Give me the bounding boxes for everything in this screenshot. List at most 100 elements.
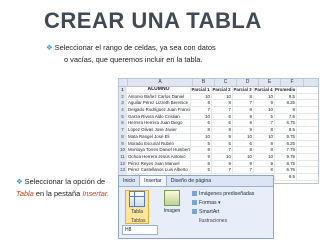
grade-cell[interactable]: 9 (233, 113, 254, 120)
row-number[interactable]: 6 (119, 120, 127, 127)
grade-cell[interactable]: 5 (254, 113, 275, 120)
student-name-cell[interactable]: Aguilar Pérez Lizzeth Berenice (127, 100, 191, 107)
grade-cell[interactable]: 10 (233, 133, 254, 140)
header-cell[interactable]: Parcial 2 (212, 87, 233, 93)
row-number[interactable]: 2 (119, 93, 127, 100)
grade-cell[interactable]: 8 (233, 107, 254, 113)
average-cell[interactable]: 7.5 (275, 113, 297, 120)
grade-cell[interactable]: 9 (212, 133, 233, 140)
column-header[interactable]: A (128, 79, 193, 86)
student-name-cell[interactable]: Garza Rivera Aldo Cristian (127, 113, 191, 120)
row-number[interactable]: 8 (119, 133, 127, 140)
grade-cell[interactable]: 9 (254, 160, 275, 167)
grade-cell[interactable]: 10 (233, 153, 254, 160)
grade-cell[interactable]: 8 (191, 127, 212, 133)
header-cell[interactable]: Promedio (275, 87, 297, 93)
grade-cell[interactable]: 10 (191, 133, 212, 140)
header-cell[interactable]: Parcial 3 (233, 87, 254, 93)
table-row[interactable]: 9 Morado Escurial Ruben 5 5 6 9 6.25 (119, 140, 318, 148)
row-number[interactable]: 1 (119, 87, 127, 93)
student-name-cell[interactable]: Morado Escurial Ruben (127, 140, 191, 147)
table-row[interactable]: 2 Antonio Bañez Carlos Daniel 10 10 8 10 9.5 (119, 93, 318, 101)
grade-cell[interactable]: 9 (212, 127, 233, 133)
tab-inicio[interactable]: Inicio (119, 176, 139, 186)
grade-cell[interactable]: 8 (254, 167, 275, 173)
column-header[interactable]: F (281, 79, 304, 86)
grade-cell[interactable]: 9 (191, 153, 212, 160)
smartart-button[interactable]: SmartArt (192, 208, 254, 217)
tab-diseno-pagina[interactable]: Diseño de página (167, 176, 215, 186)
table-row[interactable]: 10 Montoya Torres Daniel Humberto 8 7 8 8 7.75 (119, 147, 318, 154)
row-number[interactable]: 7 (119, 127, 127, 133)
grade-cell[interactable]: 6 (191, 120, 212, 127)
column-header[interactable]: E (259, 79, 281, 86)
grade-cell[interactable]: 5 (212, 140, 233, 147)
grade-cell[interactable]: 7 (191, 107, 212, 113)
average-cell[interactable]: 8.25 (275, 100, 297, 107)
table-row[interactable]: 12 Pérez Reyes Juan Manuel 8 9 9 9 8.75 (119, 160, 318, 168)
grade-cell[interactable]: 10 (191, 113, 212, 120)
table-row[interactable]: 6 Herrera Herrera Juan Diego 6 6 8 7 6.75 (119, 120, 318, 128)
average-cell[interactable]: 8 (275, 107, 297, 113)
grade-cell[interactable]: 10 (254, 107, 275, 113)
table-row[interactable]: 7 López Olivas Jose Javier 8 9 9 8 8.5 (119, 127, 318, 134)
grade-cell[interactable]: 8 (191, 147, 212, 153)
header-cell[interactable]: Parcial 4 (254, 87, 275, 93)
grade-cell[interactable]: 10 (191, 93, 212, 100)
grade-cell[interactable]: 10 (254, 133, 275, 140)
average-cell[interactable]: 9.75 (275, 153, 297, 160)
grade-cell[interactable]: 5 (191, 140, 212, 147)
student-name-cell[interactable]: Delgado Rodríguez Juan Francisco (127, 107, 191, 113)
column-header[interactable]: B (193, 79, 215, 86)
header-cell[interactable]: ALUMNO (127, 87, 191, 93)
average-cell[interactable]: 6.25 (275, 140, 297, 147)
student-name-cell[interactable]: Pérez Reyes Juan Manuel (127, 160, 191, 167)
grade-cell[interactable]: 10 (212, 153, 233, 160)
grade-cell[interactable]: 7 (212, 167, 233, 173)
average-cell[interactable]: 8.5 (275, 127, 297, 133)
header-cell[interactable]: Parcial 1 (191, 87, 212, 93)
row-number[interactable]: 10 (119, 147, 127, 153)
table-row[interactable]: 3 Aguilar Pérez Lizzeth Berenice 8 8 7 9 8.25 (119, 100, 318, 108)
grade-cell[interactable]: 9 (254, 100, 275, 107)
grade-cell[interactable]: 7 (212, 107, 233, 113)
grade-cell[interactable]: 8 (191, 100, 212, 107)
tab-insertar[interactable]: Insertar (139, 176, 167, 186)
grade-cell[interactable]: 10 (212, 93, 233, 100)
average-cell[interactable]: 9.75 (275, 133, 297, 140)
row-number[interactable]: 11 (119, 153, 127, 160)
average-cell[interactable]: 7.75 (275, 147, 297, 153)
grade-cell[interactable]: 6 (212, 120, 233, 127)
grade-cell[interactable]: 8 (233, 147, 254, 153)
student-name-cell[interactable]: Montoya Torres Daniel Humberto (127, 147, 191, 153)
grade-cell[interactable]: 8 (254, 127, 275, 133)
spreadsheet[interactable]: A B C D E F 1 ALUMNO Parcial 1 Parcial 2… (118, 78, 319, 184)
grade-cell[interactable]: 7 (212, 147, 233, 153)
shapes-button[interactable]: Formas ▾ (192, 199, 254, 208)
row-number[interactable]: 4 (119, 107, 127, 113)
grade-cell[interactable]: 8 (254, 147, 275, 153)
grade-cell[interactable]: 5 (191, 167, 212, 173)
table-row[interactable]: 8 Mata Rangel José Eli 10 9 10 10 9.75 (119, 133, 318, 141)
grade-cell[interactable]: 9 (254, 140, 275, 147)
student-name-cell[interactable]: Pérez Castellanos Luis Alberto (127, 167, 191, 173)
column-header[interactable]: C (215, 79, 237, 86)
table-row[interactable]: 13 Pérez Castellanos Luis Alberto 5 7 7 8 6.75 (119, 167, 318, 174)
column-header[interactable]: D (237, 79, 259, 86)
grade-cell[interactable]: 7 (254, 120, 275, 127)
student-name-cell[interactable]: Mata Rangel José Eli (127, 133, 191, 140)
row-number[interactable]: 3 (119, 100, 127, 107)
clipart-button[interactable]: Imágenes prediseñadas (192, 190, 254, 199)
grade-cell[interactable]: 6 (212, 113, 233, 120)
name-box[interactable]: H8 (122, 225, 158, 235)
row-number[interactable]: 12 (119, 160, 127, 167)
table-row[interactable]: 4 Delgado Rodríguez Juan Francisco 7 7 8 10 8 (119, 107, 318, 114)
table-row[interactable]: 5 Garza Rivera Aldo Cristian 10 6 9 5 7.5 (119, 113, 318, 121)
average-cell[interactable]: 6.75 (275, 167, 297, 173)
average-cell[interactable]: 6.75 (275, 120, 297, 127)
student-name-cell[interactable]: López Olivas Jose Javier (127, 127, 191, 133)
grade-cell[interactable]: 9 (212, 160, 233, 167)
student-name-cell[interactable]: Ochoa Herrera Jesús Antonio (127, 153, 191, 160)
grade-cell[interactable]: 9 (233, 127, 254, 133)
student-name-cell[interactable]: Herrera Herrera Juan Diego (127, 120, 191, 127)
